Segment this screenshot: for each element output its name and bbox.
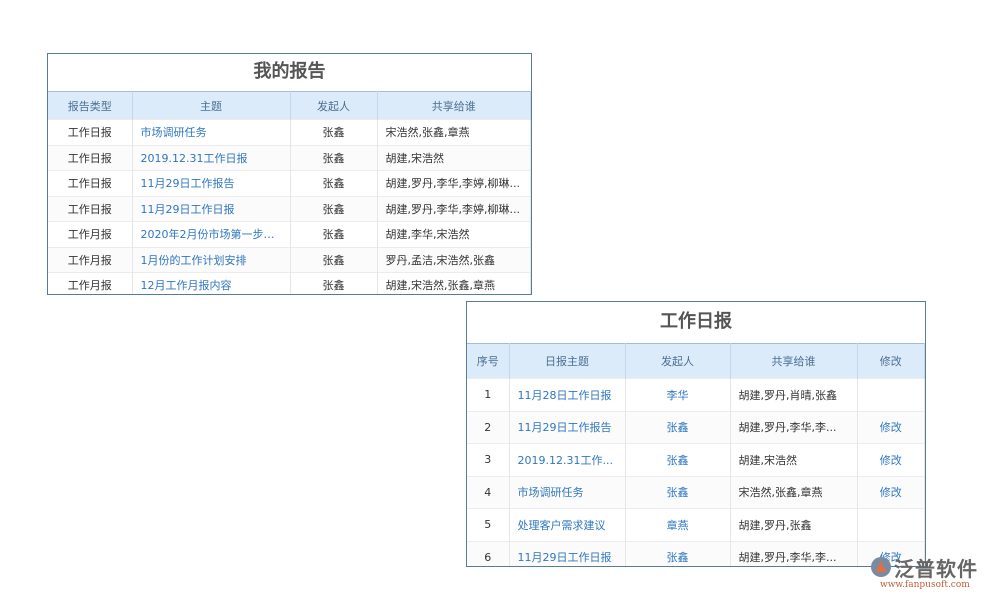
edit-link[interactable]: 修改: [857, 444, 925, 477]
shared-with-cell: 胡建,宋浩然: [730, 444, 857, 477]
initiator-link[interactable]: 张鑫: [625, 541, 730, 567]
subject-link[interactable]: 市场调研任务: [132, 120, 290, 146]
my-reports-table: 报告类型主题发起人共享给谁 工作日报市场调研任务张鑫宋浩然,张鑫,章燕工作日报2…: [48, 91, 531, 295]
initiator-cell: 张鑫: [290, 196, 377, 222]
edit-link[interactable]: 修改: [857, 411, 925, 444]
subject-link[interactable]: 2020年2月份市场第一步财务报: [132, 222, 290, 248]
subject-link[interactable]: 2019.12.31工作...: [509, 444, 625, 477]
daily-reports-title: 工作日报: [467, 302, 925, 343]
subject-link[interactable]: 2019.12.31工作日报: [132, 145, 290, 171]
report-type-cell: 工作日报: [48, 171, 132, 197]
logo-name: 泛普软件: [894, 553, 978, 582]
shared-with-cell: 胡建,罗丹,李华,李婷,柳琳...: [377, 171, 531, 197]
shared-with-cell: 胡建,罗丹,肖晴,张鑫: [730, 379, 857, 412]
report-type-cell: 工作月报: [48, 247, 132, 273]
initiator-cell: 张鑫: [290, 222, 377, 248]
fanpusoft-logo: 泛普软件 www.fanpusoft.com: [870, 553, 995, 595]
subject-link[interactable]: 11月29日工作日报: [509, 541, 625, 567]
shared-with-cell: 胡建,李华,宋浩然: [377, 222, 531, 248]
subject-link[interactable]: 11月29日工作报告: [509, 411, 625, 444]
report-type-cell: 工作月报: [48, 273, 132, 296]
report-type-cell: 工作日报: [48, 145, 132, 171]
shared-with-cell: 胡建,宋浩然: [377, 145, 531, 171]
index-cell: 5: [467, 509, 509, 542]
shared-with-cell: 胡建,罗丹,李华,李...: [730, 411, 857, 444]
daily-reports-table: 序号日报主题发起人共享给谁修改 111月28日工作日报李华胡建,罗丹,肖晴,张鑫…: [467, 343, 925, 567]
report-type-cell: 工作月报: [48, 222, 132, 248]
daily-reports-panel: 工作日报 序号日报主题发起人共享给谁修改 111月28日工作日报李华胡建,罗丹,…: [466, 301, 926, 567]
table-row: 工作月报1月份的工作计划安排张鑫罗丹,孟洁,宋浩然,张鑫: [48, 247, 531, 273]
initiator-link[interactable]: 章燕: [625, 509, 730, 542]
shared-with-cell: 宋浩然,张鑫,章燕: [377, 120, 531, 146]
edit-link[interactable]: 修改: [857, 476, 925, 509]
column-header[interactable]: 报告类型: [48, 92, 132, 120]
subject-link[interactable]: 处理客户需求建议: [509, 509, 625, 542]
shared-with-cell: 胡建,罗丹,李华,李...: [730, 541, 857, 567]
edit-link[interactable]: [857, 379, 925, 412]
table-row: 工作日报2019.12.31工作日报张鑫胡建,宋浩然: [48, 145, 531, 171]
report-type-cell: 工作日报: [48, 120, 132, 146]
initiator-link[interactable]: 李华: [625, 379, 730, 412]
subject-link[interactable]: 市场调研任务: [509, 476, 625, 509]
my-reports-title: 我的报告: [48, 54, 531, 91]
report-type-cell: 工作日报: [48, 196, 132, 222]
table-row: 111月28日工作日报李华胡建,罗丹,肖晴,张鑫: [467, 379, 925, 412]
initiator-cell: 张鑫: [290, 247, 377, 273]
index-cell: 4: [467, 476, 509, 509]
table-row: 工作日报11月29日工作日报张鑫胡建,罗丹,李华,李婷,柳琳...: [48, 196, 531, 222]
initiator-cell: 张鑫: [290, 273, 377, 296]
table-row: 工作日报11月29日工作报告张鑫胡建,罗丹,李华,李婷,柳琳...: [48, 171, 531, 197]
column-header[interactable]: 日报主题: [509, 344, 625, 379]
subject-link[interactable]: 11月29日工作日报: [132, 196, 290, 222]
initiator-cell: 张鑫: [290, 171, 377, 197]
table-row: 611月29日工作日报张鑫胡建,罗丹,李华,李...修改: [467, 541, 925, 567]
table-row: 5处理客户需求建议章燕胡建,罗丹,张鑫: [467, 509, 925, 542]
my-reports-panel: 我的报告 报告类型主题发起人共享给谁 工作日报市场调研任务张鑫宋浩然,张鑫,章燕…: [47, 53, 532, 295]
column-header[interactable]: 共享给谁: [377, 92, 531, 120]
subject-link[interactable]: 11月29日工作报告: [132, 171, 290, 197]
table-row: 32019.12.31工作...张鑫胡建,宋浩然修改: [467, 444, 925, 477]
table-row: 4市场调研任务张鑫宋浩然,张鑫,章燕修改: [467, 476, 925, 509]
logo-mark-icon: [870, 556, 892, 578]
edit-link[interactable]: [857, 509, 925, 542]
initiator-cell: 张鑫: [290, 120, 377, 146]
table-row: 工作日报市场调研任务张鑫宋浩然,张鑫,章燕: [48, 120, 531, 146]
column-header[interactable]: 修改: [857, 344, 925, 379]
column-header[interactable]: 发起人: [290, 92, 377, 120]
column-header[interactable]: 主题: [132, 92, 290, 120]
initiator-link[interactable]: 张鑫: [625, 411, 730, 444]
index-cell: 6: [467, 541, 509, 567]
table-row: 211月29日工作报告张鑫胡建,罗丹,李华,李...修改: [467, 411, 925, 444]
initiator-cell: 张鑫: [290, 145, 377, 171]
index-cell: 3: [467, 444, 509, 477]
shared-with-cell: 胡建,宋浩然,张鑫,章燕: [377, 273, 531, 296]
subject-link[interactable]: 11月28日工作日报: [509, 379, 625, 412]
column-header[interactable]: 序号: [467, 344, 509, 379]
shared-with-cell: 宋浩然,张鑫,章燕: [730, 476, 857, 509]
column-header[interactable]: 发起人: [625, 344, 730, 379]
shared-with-cell: 胡建,罗丹,张鑫: [730, 509, 857, 542]
table-row: 工作月报2020年2月份市场第一步财务报张鑫胡建,李华,宋浩然: [48, 222, 531, 248]
table-row: 工作月报12月工作月报内容张鑫胡建,宋浩然,张鑫,章燕: [48, 273, 531, 296]
shared-with-cell: 胡建,罗丹,李华,李婷,柳琳...: [377, 196, 531, 222]
index-cell: 1: [467, 379, 509, 412]
column-header[interactable]: 共享给谁: [730, 344, 857, 379]
logo-url: www.fanpusoft.com: [880, 580, 970, 590]
initiator-link[interactable]: 张鑫: [625, 444, 730, 477]
index-cell: 2: [467, 411, 509, 444]
shared-with-cell: 罗丹,孟洁,宋浩然,张鑫: [377, 247, 531, 273]
initiator-link[interactable]: 张鑫: [625, 476, 730, 509]
subject-link[interactable]: 1月份的工作计划安排: [132, 247, 290, 273]
subject-link[interactable]: 12月工作月报内容: [132, 273, 290, 296]
